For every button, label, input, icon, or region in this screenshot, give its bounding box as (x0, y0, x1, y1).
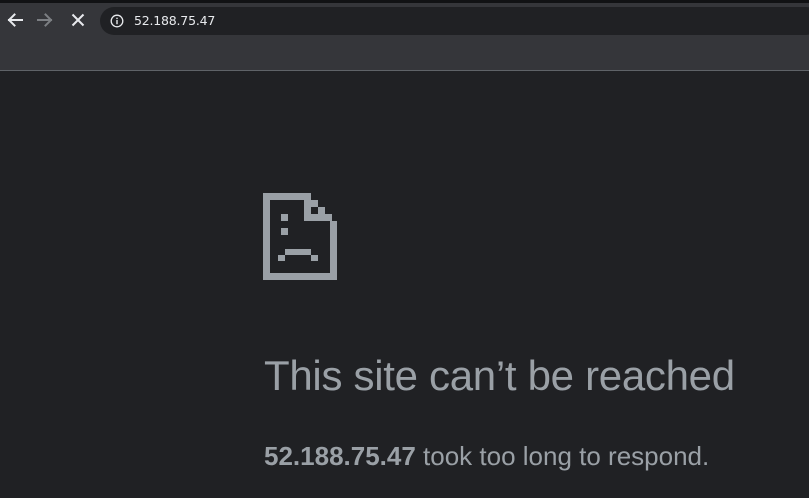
forward-button[interactable] (33, 8, 57, 32)
back-button[interactable] (3, 8, 27, 32)
error-host: 52.188.75.47 (264, 441, 416, 471)
stop-loading-button[interactable] (66, 8, 90, 32)
url-text[interactable]: 52.188.75.47 (134, 13, 215, 28)
toolbar-separator (0, 70, 809, 71)
error-title: This site can’t be reached (264, 352, 735, 399)
browser-toolbar: 52.188.75.47 (0, 3, 809, 38)
arrow-left-icon (7, 13, 23, 27)
error-message: took too long to respond. (415, 441, 710, 471)
bookmarks-bar (0, 38, 809, 71)
sad-page-icon (263, 193, 337, 280)
close-icon (71, 13, 85, 27)
arrow-right-icon (37, 13, 53, 27)
address-bar[interactable]: 52.188.75.47 (100, 7, 809, 35)
error-description: 52.188.75.47 took too long to respond. (264, 441, 709, 472)
info-icon[interactable] (110, 14, 124, 28)
